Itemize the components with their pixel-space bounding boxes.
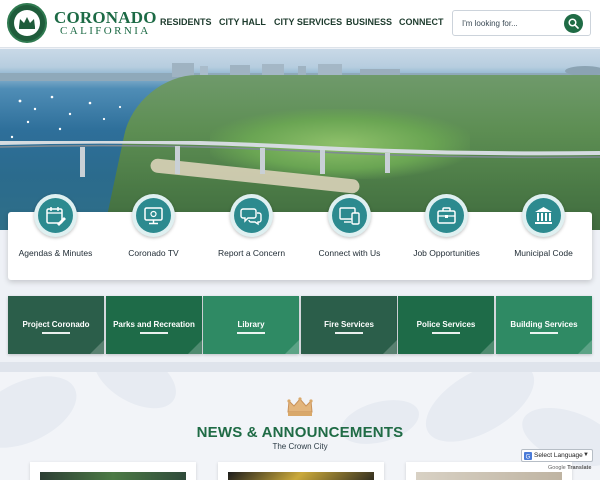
seal-crown-icon — [19, 17, 35, 29]
coronado-bridge — [0, 141, 600, 177]
tile-corner-fold — [90, 340, 104, 354]
quick-link-report-concern[interactable]: Report a Concern — [203, 194, 300, 282]
tile-library[interactable]: Library — [203, 296, 299, 354]
site-subtitle: CALIFORNIA — [60, 25, 151, 37]
briefcase-icon — [437, 207, 456, 224]
tile-underline — [530, 332, 558, 334]
site-header: CORONADO CALIFORNIA RESIDENTS CITY HALL … — [0, 0, 600, 48]
chevron-down-icon: ▼ — [583, 452, 589, 458]
news-subheading: The Crown City — [272, 442, 328, 451]
search-box[interactable]: I'm looking for... — [452, 10, 591, 36]
quick-link-circle — [132, 194, 175, 237]
tile-underline — [432, 332, 460, 334]
monitor-icon — [144, 207, 163, 225]
tile-underline — [140, 332, 168, 334]
tile-underline — [335, 332, 363, 334]
news-heading: NEWS & ANNOUNCEMENTS — [196, 424, 404, 441]
tile-corner-fold — [285, 340, 299, 354]
powered-by-translate: Translate — [567, 465, 592, 471]
language-select-label: Select Language — [534, 451, 583, 459]
nav-item-city-hall[interactable]: CITY HALL — [219, 17, 266, 27]
news-card-image — [416, 472, 562, 480]
quick-link-connect-with-us[interactable]: Connect with Us — [301, 194, 398, 282]
devices-icon — [339, 207, 360, 225]
search-button[interactable] — [564, 14, 583, 33]
tile-corner-fold — [188, 340, 202, 354]
quick-link-circle — [328, 194, 371, 237]
tile-building-services[interactable]: Building Services — [496, 296, 592, 354]
calendar-edit-icon — [46, 207, 66, 226]
chat-bubbles-icon — [240, 208, 262, 226]
quick-link-circle — [34, 194, 77, 237]
quick-link-label: Report a Concern — [217, 248, 286, 258]
tile-corner-fold — [480, 340, 494, 354]
tile-label: Library — [237, 320, 265, 329]
tile-project-coronado[interactable]: Project Coronado — [8, 296, 104, 354]
nav-item-connect[interactable]: CONNECT — [399, 17, 444, 27]
quick-link-label: Municipal Code — [514, 248, 573, 258]
search-input[interactable]: I'm looking for... — [462, 19, 518, 28]
quick-link-label: Coronado TV — [128, 248, 179, 258]
quick-link-circle — [230, 194, 273, 237]
tile-label: Building Services — [510, 320, 578, 329]
svg-text:G: G — [526, 454, 531, 460]
nav-item-city-services[interactable]: CITY SERVICES — [274, 17, 342, 27]
harbor-boats — [10, 95, 122, 139]
city-seal-logo[interactable] — [7, 3, 47, 43]
nav-item-business[interactable]: BUSINESS — [346, 17, 392, 27]
tile-label: Police Services — [416, 320, 476, 329]
quick-link-circle — [522, 194, 565, 237]
quick-link-label: Agendas & Minutes — [18, 248, 93, 258]
tile-fire-services[interactable]: Fire Services — [301, 296, 397, 354]
powered-by-google[interactable]: Google Translate — [548, 465, 591, 471]
tile-corner-fold — [383, 340, 397, 354]
courthouse-icon — [535, 207, 552, 224]
tile-underline — [237, 332, 265, 334]
tile-underline — [42, 332, 70, 334]
quick-link-circle — [425, 194, 468, 237]
tile-label: Project Coronado — [22, 320, 90, 329]
quick-link-label: Job Opportunities — [413, 248, 480, 258]
tile-corner-fold — [578, 340, 592, 354]
language-select[interactable]: G Select Language ▼ — [521, 449, 593, 462]
quick-link-municipal-code[interactable]: Municipal Code — [495, 194, 592, 282]
tile-label: Parks and Recreation — [113, 320, 195, 329]
powered-by-prefix: Google — [548, 465, 566, 471]
news-card-image — [40, 472, 186, 480]
search-icon — [568, 18, 579, 29]
quick-link-job-opportunities[interactable]: Job Opportunities — [398, 194, 495, 282]
crown-icon — [287, 397, 313, 416]
tile-label: Fire Services — [324, 320, 374, 329]
google-translate-icon: G — [524, 452, 532, 460]
quick-link-agendas-minutes[interactable]: Agendas & Minutes — [7, 194, 104, 282]
news-card[interactable] — [218, 462, 384, 480]
tile-parks-and-recreation[interactable]: Parks and Recreation — [106, 296, 202, 354]
section-divider — [0, 362, 600, 372]
news-card[interactable] — [30, 462, 196, 480]
background-leaf — [83, 372, 187, 422]
news-card-image — [228, 472, 374, 480]
quick-link-label: Connect with Us — [318, 248, 381, 258]
nav-item-residents[interactable]: RESIDENTS — [160, 17, 212, 27]
quick-link-coronado-tv[interactable]: Coronado TV — [105, 194, 202, 282]
tile-police-services[interactable]: Police Services — [398, 296, 494, 354]
